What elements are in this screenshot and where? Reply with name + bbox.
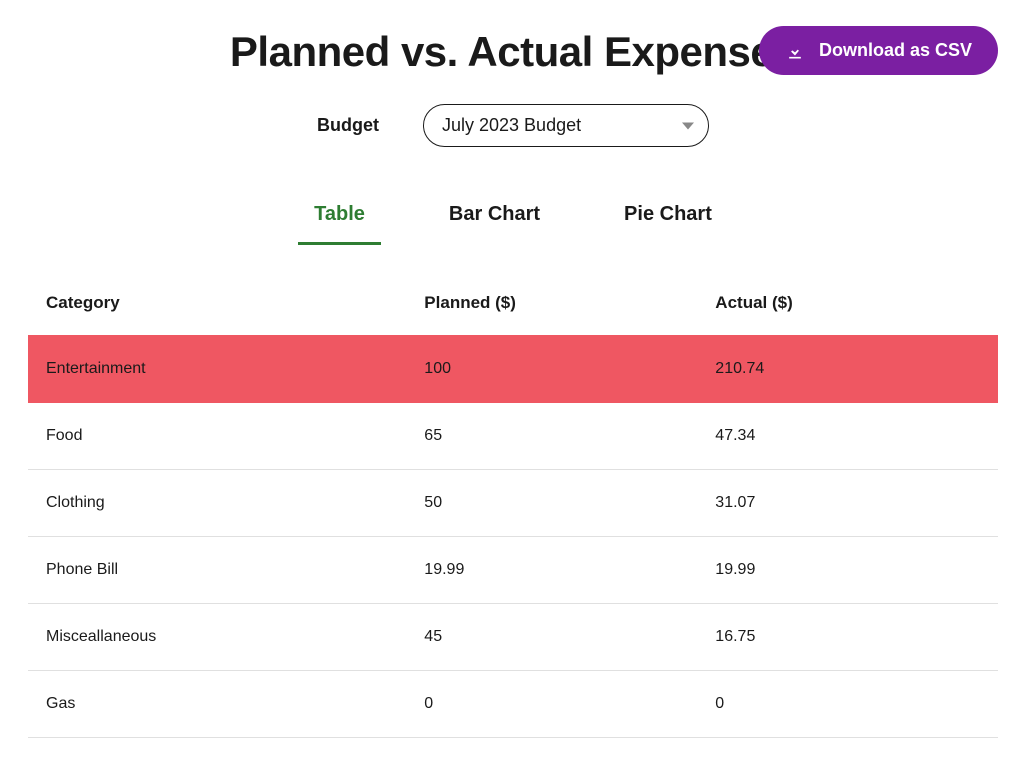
table-row: Food6547.34 [28,403,998,470]
download-csv-button[interactable]: Download as CSV [759,26,998,75]
page-title: Planned vs. Actual Expenses [230,28,796,76]
cell-planned: 100 [406,336,697,403]
cell-planned: 65 [406,403,697,470]
view-tabs: Table Bar Chart Pie Chart [28,191,998,245]
cell-category: Gas [28,671,406,738]
download-icon [785,41,805,61]
cell-actual: 31.07 [697,470,998,537]
chevron-down-icon [682,122,694,129]
cell-planned: 45 [406,604,697,671]
cell-category: Entertainment [28,336,406,403]
table-row: Phone Bill19.9919.99 [28,537,998,604]
tab-table[interactable]: Table [298,191,381,245]
cell-planned: 19.99 [406,537,697,604]
cell-actual: 47.34 [697,403,998,470]
cell-actual: 16.75 [697,604,998,671]
tab-pie-chart[interactable]: Pie Chart [608,191,728,245]
cell-actual: 0 [697,671,998,738]
cell-actual: 19.99 [697,537,998,604]
table-row: Clothing5031.07 [28,470,998,537]
download-csv-label: Download as CSV [819,40,972,61]
budget-label: Budget [317,115,379,136]
tab-bar-chart[interactable]: Bar Chart [433,191,556,245]
cell-planned: 50 [406,470,697,537]
col-header-planned: Planned ($) [406,281,697,336]
expenses-table: Category Planned ($) Actual ($) Entertai… [28,281,998,738]
table-row: Gas00 [28,671,998,738]
col-header-category: Category [28,281,406,336]
cell-category: Clothing [28,470,406,537]
cell-actual: 210.74 [697,336,998,403]
cell-category: Food [28,403,406,470]
cell-category: Phone Bill [28,537,406,604]
table-row: Misceallaneous4516.75 [28,604,998,671]
budget-selected-value: July 2023 Budget [442,115,581,135]
budget-select[interactable]: July 2023 Budget [423,104,709,147]
cell-planned: 0 [406,671,697,738]
col-header-actual: Actual ($) [697,281,998,336]
table-row: Entertainment100210.74 [28,336,998,403]
cell-category: Misceallaneous [28,604,406,671]
